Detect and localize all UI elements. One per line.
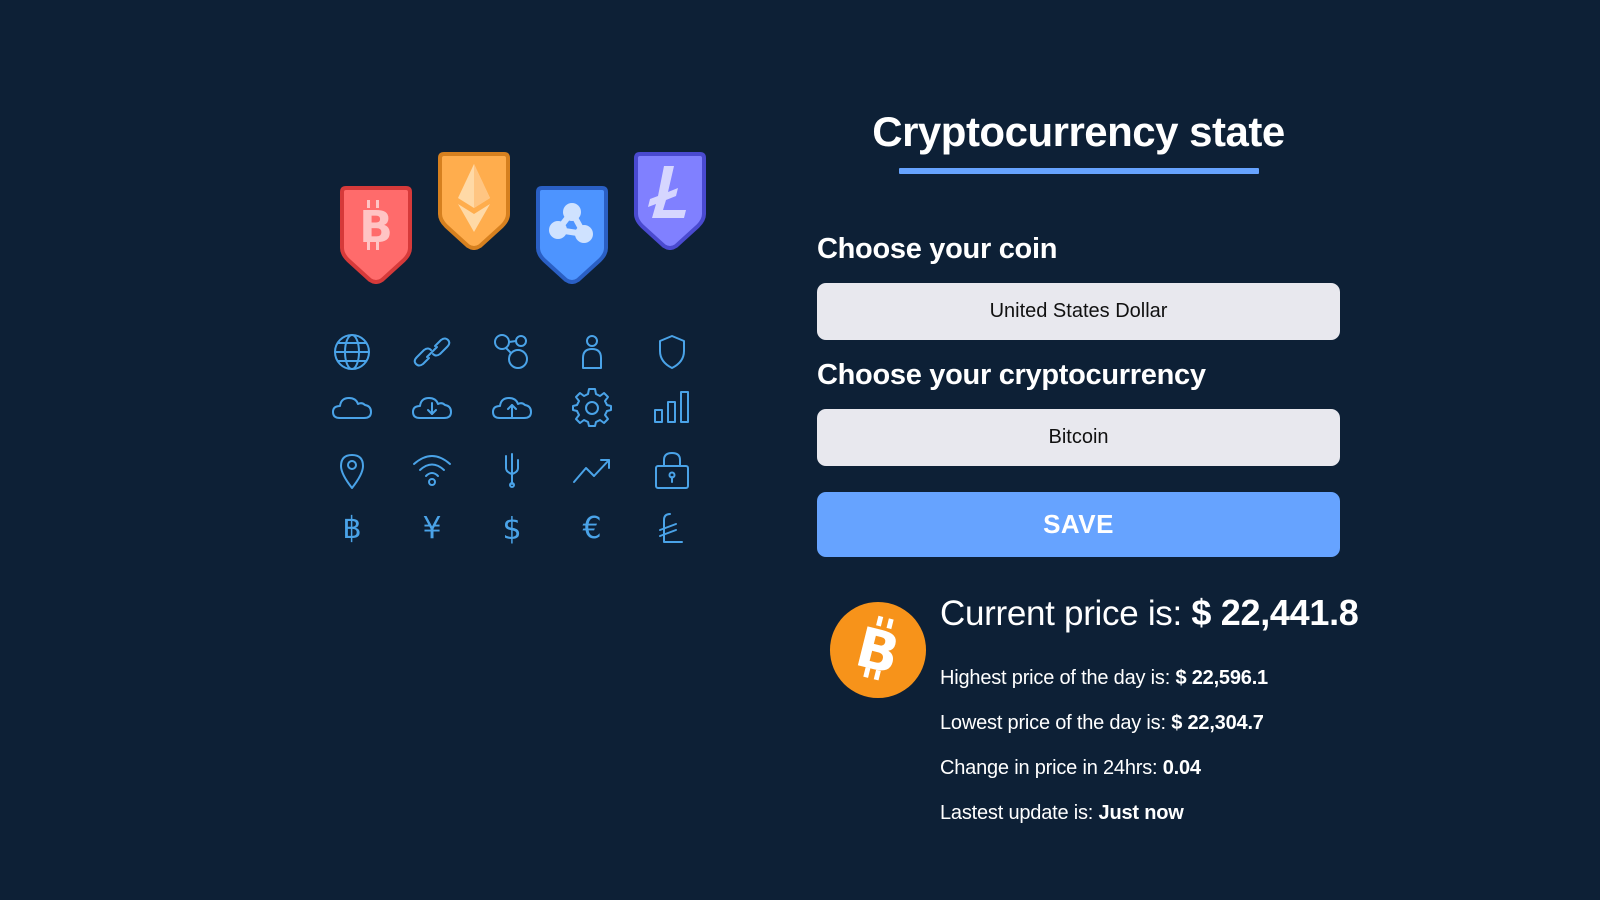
map-pin-icon: [332, 450, 372, 490]
price-change-24h: Change in price in 24hrs: 0.04: [940, 756, 1350, 780]
svg-text:¥: ¥: [422, 511, 441, 546]
wifi-icon: [412, 450, 452, 490]
lock-icon: [652, 450, 692, 490]
cloud-upload-icon: [492, 388, 532, 428]
highest-price: Highest price of the day is: $ 22,596.1: [940, 666, 1350, 690]
cryptocurrency-label: Choose your cryptocurrency: [817, 359, 1206, 391]
shield-icon: [652, 332, 692, 372]
lowest-price: Lowest price of the day is: $ 22,304.7: [940, 711, 1350, 735]
cryptocurrency-select-value: Bitcoin: [1048, 426, 1109, 448]
trend-up-icon: [572, 450, 612, 490]
svg-text:฿: ฿: [342, 511, 361, 546]
cloud-download-icon: [412, 388, 452, 428]
bar-chart-icon: [652, 388, 692, 428]
globe-icon: [332, 332, 372, 372]
coin-select-value: United States Dollar: [989, 300, 1168, 322]
svg-text:$: $: [502, 512, 521, 547]
yen-icon: ¥: [412, 508, 452, 548]
crypto-illustration: B ฿ ¥ $ €: [320, 140, 720, 580]
latest-update-label: Lastest update is:: [940, 802, 1099, 824]
feature-icon-grid: ฿ ¥ $ €: [332, 332, 732, 572]
current-price: Current price is: $ 22,441.8: [940, 589, 1359, 638]
ethereum-shield-icon: [438, 152, 510, 250]
save-button-label: SAVE: [1043, 509, 1114, 539]
page-title: Cryptocurrency state: [872, 108, 1285, 155]
price-details: Current price is: $ 22,441.8 Highest pri…: [940, 589, 1359, 825]
latest-update-value: Just now: [1098, 802, 1184, 824]
bitcoin-logo-icon: B: [829, 601, 927, 699]
title-underline: [898, 168, 1259, 174]
ripple-shield-icon: [536, 186, 608, 284]
cloud-icon: [332, 388, 372, 428]
cryptocurrency-select[interactable]: Bitcoin: [817, 409, 1340, 466]
latest-update: Lastest update is: Just now: [940, 801, 1350, 825]
current-price-value: $ 22,441.8: [1191, 592, 1359, 633]
highest-price-label: Highest price of the day is:: [940, 667, 1176, 689]
price-change-label: Change in price in 24hrs:: [940, 757, 1163, 779]
link-icon: [412, 332, 452, 372]
bitcoin-shield-icon: B: [340, 186, 412, 284]
network-icon: [492, 332, 532, 372]
usb-icon: [492, 450, 532, 490]
highest-price-value: $ 22,596.1: [1175, 667, 1268, 689]
save-button[interactable]: SAVE: [817, 492, 1340, 557]
price-info: B Current price is: $ 22,441.8 Highest p…: [817, 589, 1359, 829]
litecoin-symbol-icon: [652, 508, 692, 548]
coin-select[interactable]: United States Dollar: [817, 283, 1340, 340]
euro-icon: €: [572, 508, 612, 548]
bitcoin-symbol-icon: ฿: [332, 508, 372, 548]
lowest-price-label: Lowest price of the day is:: [940, 712, 1172, 734]
dollar-icon: $: [492, 508, 532, 548]
litecoin-shield-icon: [634, 152, 706, 250]
current-price-label: Current price is:: [940, 594, 1192, 633]
coin-label: Choose your coin: [817, 233, 1058, 265]
user-icon: [572, 332, 612, 372]
svg-text:€: €: [582, 511, 601, 546]
gear-icon: [572, 388, 612, 428]
price-change-value: 0.04: [1162, 757, 1201, 779]
crypto-form-panel: Cryptocurrency state Choose your coin Un…: [817, 100, 1359, 829]
lowest-price-value: $ 22,304.7: [1171, 712, 1264, 734]
